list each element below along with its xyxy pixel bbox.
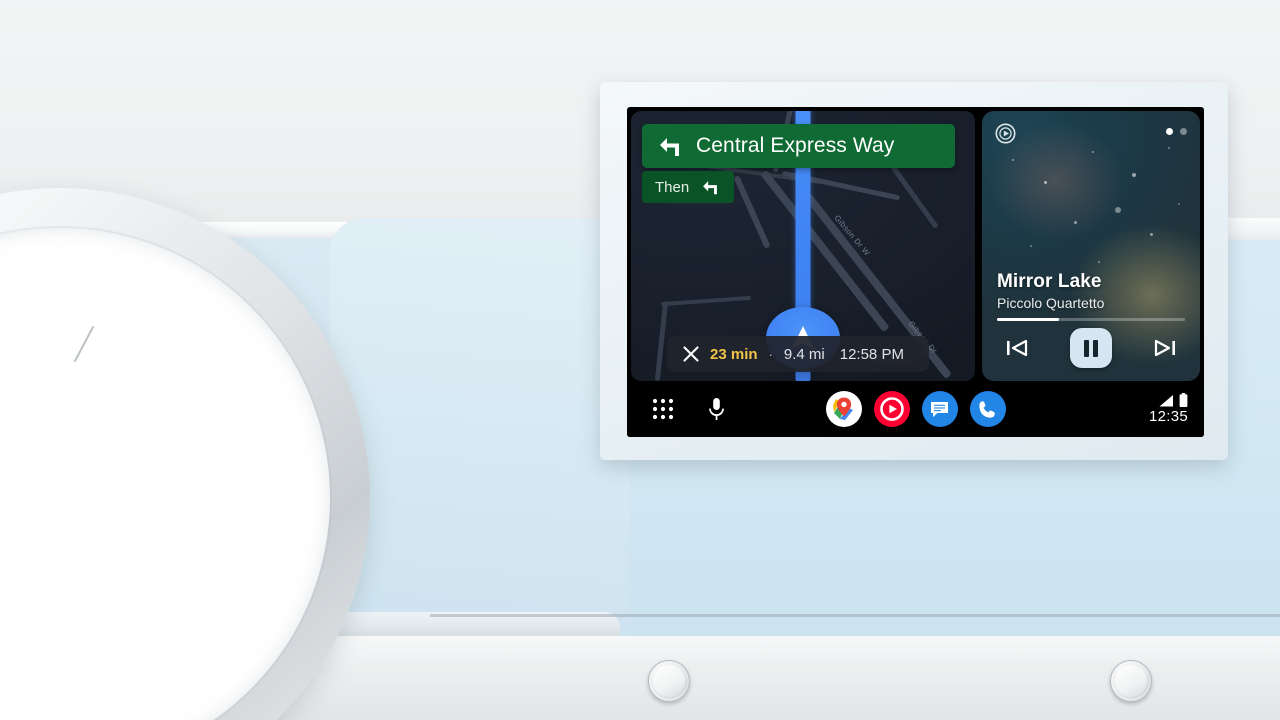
taskbar-status-area: 12:35 — [1149, 393, 1188, 425]
media-progress-fill — [997, 318, 1060, 321]
dashboard-panel-center — [330, 218, 630, 638]
album-art-speck — [1030, 245, 1032, 247]
album-art-speck — [1115, 207, 1121, 213]
apps-grid-icon[interactable] — [652, 398, 674, 420]
media-card[interactable]: Mirror Lake Piccolo Quartetto — [982, 111, 1200, 381]
skip-previous-icon[interactable] — [1006, 338, 1029, 358]
status-clock: 12:35 — [1148, 408, 1188, 425]
taskbar-left-group — [627, 397, 725, 422]
pause-button[interactable] — [1070, 328, 1112, 368]
skip-next-icon[interactable] — [1153, 338, 1176, 358]
eta-duration: 23 min — [710, 345, 758, 363]
eta-distance: 9.4 mi — [783, 345, 825, 363]
head-unit-bezel: Gibson Dr W Gibson Dr Central Express Wa… — [600, 82, 1228, 460]
map-road — [654, 300, 669, 381]
climate-knob-right[interactable] — [1110, 660, 1152, 702]
navigation-street-name: Central Express Way — [696, 134, 895, 157]
steering-wheel — [0, 188, 370, 720]
youtube-music-icon[interactable] — [873, 391, 910, 427]
page-dot-inactive — [1180, 128, 1187, 135]
pause-icon — [1093, 339, 1098, 357]
microphone-icon[interactable] — [708, 397, 725, 422]
album-art-speck — [1092, 151, 1094, 153]
messages-icon[interactable] — [921, 391, 958, 427]
album-art-speck — [1150, 233, 1153, 236]
map-road — [733, 175, 771, 249]
media-controls — [982, 325, 1200, 371]
map-road — [660, 295, 752, 307]
media-title: Mirror Lake — [997, 271, 1102, 292]
eta-separator: · — [768, 346, 773, 362]
pause-icon — [1084, 339, 1089, 357]
next-maneuver-badge: Then — [642, 171, 735, 203]
album-art-speck — [1132, 173, 1136, 177]
android-auto-screen: Gibson Dr W Gibson Dr Central Express Wa… — [627, 107, 1204, 437]
phone-icon[interactable] — [969, 391, 1006, 427]
media-artist: Piccolo Quartetto — [997, 295, 1105, 311]
album-art-speck — [1168, 147, 1170, 149]
turn-left-arrow-icon — [660, 138, 679, 156]
maps-icon[interactable] — [825, 391, 862, 427]
eta-arrival-time: 12:58 PM — [839, 345, 904, 363]
page-indicator — [1166, 128, 1187, 135]
status-icons — [1159, 393, 1188, 407]
media-progress-bar[interactable] — [997, 318, 1185, 321]
climate-knob-left[interactable] — [648, 660, 690, 702]
album-art-speck — [1098, 261, 1100, 263]
dashboard-seam — [430, 614, 1280, 617]
album-art-speck — [1178, 203, 1180, 205]
then-label: Then — [655, 178, 690, 196]
close-icon[interactable] — [683, 346, 699, 362]
turn-left-arrow-icon — [703, 181, 718, 195]
album-art-speck — [1012, 159, 1014, 161]
navigation-instruction-banner: Central Express Way — [642, 124, 955, 168]
eta-bar: 23 min · 9.4 mi 12:58 PM — [667, 336, 929, 372]
page-dot-active — [1166, 128, 1173, 135]
youtube-music-icon — [995, 123, 1016, 149]
taskbar-app-shortcuts — [825, 391, 1006, 427]
battery-icon — [1179, 393, 1188, 407]
album-art-speck — [1074, 221, 1077, 224]
taskbar: 12:35 — [627, 381, 1204, 437]
signal-bars-icon — [1159, 395, 1173, 407]
album-art-speck — [1044, 181, 1047, 184]
media-metadata: Mirror Lake Piccolo Quartetto — [997, 271, 1185, 311]
map-pane[interactable]: Gibson Dr W Gibson Dr Central Express Wa… — [631, 111, 975, 381]
screen-content: Gibson Dr W Gibson Dr Central Express Wa… — [627, 107, 1204, 381]
